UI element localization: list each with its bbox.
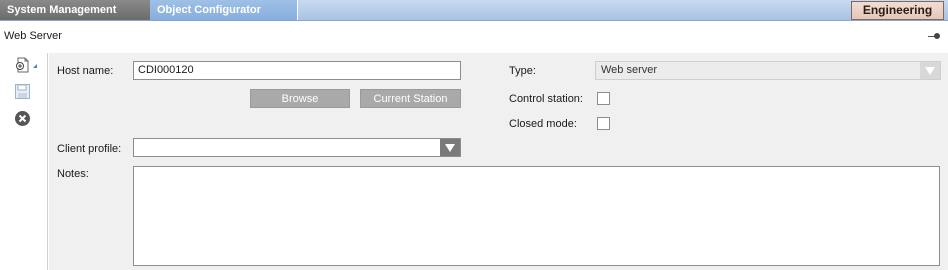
form-area: Host name: CDI000120 Browse Current Stat… <box>49 53 948 270</box>
client-profile-label: Client profile: <box>57 143 122 155</box>
type-select[interactable]: Web server <box>595 61 941 80</box>
tab-system-management[interactable]: System Management <box>0 0 150 20</box>
current-station-button[interactable]: Current Station <box>360 89 461 108</box>
closed-mode-checkbox[interactable] <box>597 117 610 130</box>
top-tab-bar: System Management Object Configurator En… <box>0 0 948 21</box>
host-name-label: Host name: <box>57 65 114 77</box>
new-document-icon[interactable] <box>14 57 37 75</box>
client-profile-select[interactable] <box>133 138 461 157</box>
control-station-checkbox[interactable] <box>597 92 610 105</box>
notes-label: Notes: <box>57 168 89 180</box>
page-title: Web Server <box>4 30 62 42</box>
left-toolbar <box>0 53 48 270</box>
engineering-button[interactable]: Engineering <box>851 1 944 20</box>
browse-button[interactable]: Browse <box>250 89 350 108</box>
chevron-down-icon[interactable] <box>920 62 940 79</box>
host-name-input[interactable]: CDI000120 <box>133 61 461 80</box>
type-select-value: Web server <box>601 64 658 76</box>
tab-object-configurator[interactable]: Object Configurator <box>150 0 298 20</box>
pin-icon[interactable] <box>928 32 940 40</box>
chevron-down-icon[interactable] <box>440 139 460 156</box>
control-station-label: Control station: <box>509 93 583 105</box>
title-row: Web Server <box>0 24 948 50</box>
type-label: Type: <box>509 65 536 77</box>
close-circle-icon[interactable] <box>14 110 32 128</box>
notes-textarea[interactable] <box>133 166 940 266</box>
closed-mode-label: Closed mode: <box>509 118 577 130</box>
save-icon[interactable] <box>14 83 32 101</box>
